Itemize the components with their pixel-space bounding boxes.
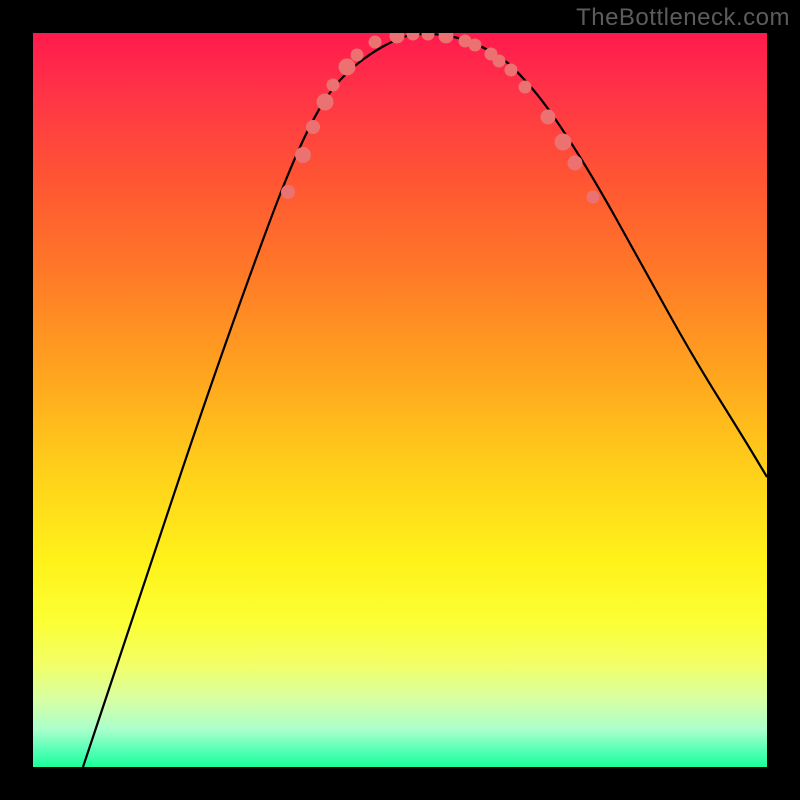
chart-frame: TheBottleneck.com bbox=[0, 0, 800, 800]
data-marker bbox=[587, 191, 599, 203]
data-marker bbox=[439, 33, 453, 43]
data-marker bbox=[505, 64, 517, 76]
data-marker bbox=[568, 156, 582, 170]
data-marker bbox=[422, 33, 434, 40]
data-marker bbox=[493, 55, 505, 67]
watermark-label: TheBottleneck.com bbox=[576, 4, 790, 32]
data-marker bbox=[390, 33, 404, 43]
chart-svg bbox=[33, 33, 767, 767]
chart-plot-area bbox=[33, 33, 767, 767]
data-marker bbox=[519, 81, 531, 93]
data-marker bbox=[317, 94, 333, 110]
data-marker bbox=[327, 79, 339, 91]
data-marker bbox=[339, 59, 355, 75]
data-markers bbox=[282, 33, 600, 203]
data-marker bbox=[296, 148, 311, 163]
data-marker bbox=[307, 121, 320, 134]
data-marker bbox=[555, 134, 571, 150]
bottleneck-curve bbox=[83, 34, 767, 767]
data-marker bbox=[369, 36, 381, 48]
data-marker bbox=[469, 39, 481, 51]
data-marker bbox=[407, 33, 419, 40]
data-marker bbox=[282, 186, 295, 199]
data-marker bbox=[351, 49, 363, 61]
data-marker bbox=[541, 110, 555, 124]
